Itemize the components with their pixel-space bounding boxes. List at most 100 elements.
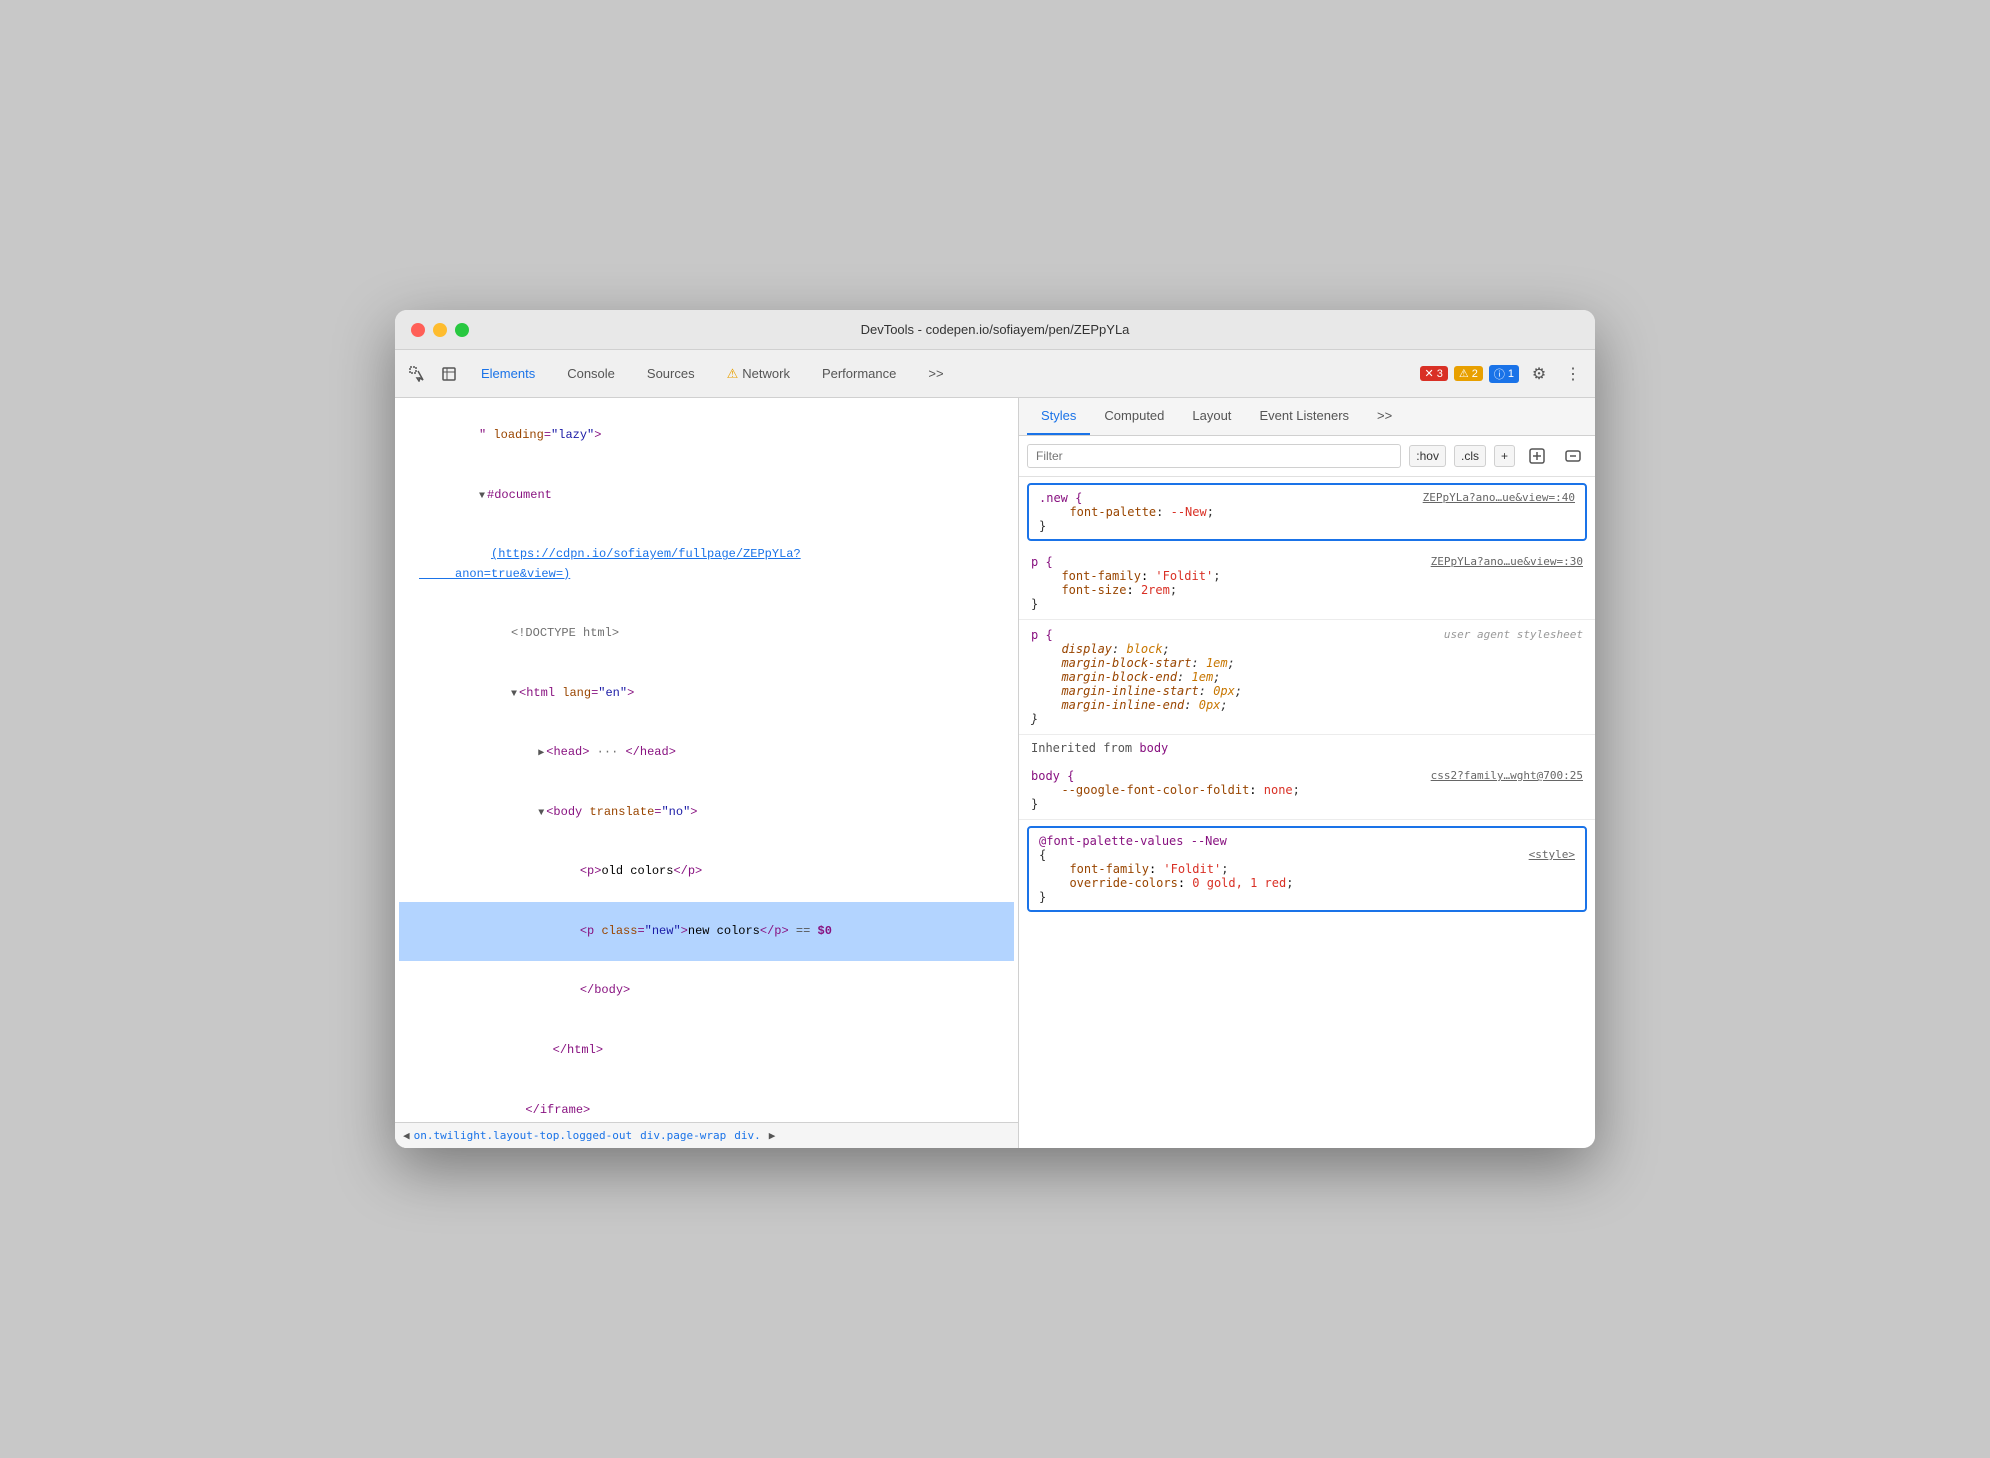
styles-tabs: Styles Computed Layout Event Listeners >… [1019, 398, 1595, 436]
rule-p-ua-prop-1: display: block; [1031, 642, 1583, 656]
tab-sources[interactable]: Sources [633, 360, 709, 387]
rule-p-ua-header: user agent stylesheet p { [1031, 628, 1583, 642]
rule-body-header: css2?family…wght@700:25 body { [1031, 769, 1583, 783]
rule-new-header: ZEPpYLa?ano…ue&view=:40 .new { [1039, 491, 1575, 505]
tab-network[interactable]: ⚠ Network [713, 360, 804, 388]
selector-icon[interactable] [403, 360, 431, 388]
rule-p-ua-selector: p { [1031, 628, 1053, 642]
devtools-window: DevTools - codepen.io/sofiayem/pen/ZEPpY… [395, 310, 1595, 1148]
breadcrumb-item-1[interactable]: on.twilight.layout-top.logged-out [414, 1129, 633, 1142]
warning-badge: ⚠ 2 [1454, 366, 1483, 381]
rule-p1-prop-2: font-size: 2rem; [1031, 583, 1583, 597]
rule-new-close: } [1039, 519, 1575, 533]
dom-line-iframe-close: </iframe> [399, 1080, 1014, 1122]
rule-p-ua-prop-3: margin-block-end: 1em; [1031, 670, 1583, 684]
breadcrumb-item-2[interactable]: div.page-wrap [640, 1129, 726, 1142]
minimize-button[interactable] [433, 323, 447, 337]
toolbar: Elements Console Sources ⚠ Network Perfo… [395, 350, 1595, 398]
breadcrumb-item-3[interactable]: div. [734, 1129, 761, 1142]
dom-line-p-old[interactable]: <p>old colors</p> [399, 842, 1014, 902]
warn-count: 2 [1472, 368, 1478, 380]
info-count: 1 [1508, 368, 1514, 380]
inspect-icon[interactable] [435, 360, 463, 388]
tab-computed[interactable]: Computed [1090, 398, 1178, 435]
rule-font-palette-selector: @font-palette-values --New [1039, 834, 1227, 848]
add-rule-button[interactable]: + [1494, 445, 1515, 467]
inherited-element: body [1139, 741, 1168, 755]
dom-tree[interactable]: " loading="lazy"> ▼#document (https://cd… [395, 398, 1018, 1122]
dom-line-doctype: <!DOCTYPE html> [399, 604, 1014, 664]
rule-body-prop-1: --google-font-color-foldit: none; [1031, 783, 1583, 797]
toggle-classes-icon[interactable] [1559, 442, 1587, 470]
traffic-lights [411, 323, 469, 337]
close-button[interactable] [411, 323, 425, 337]
more-menu-icon[interactable]: ⋮ [1559, 360, 1587, 388]
toolbar-right: ✕ 3 ⚠ 2 ⓘ 1 ⚙ ⋮ [1420, 360, 1587, 388]
left-arrow[interactable]: ◀ [403, 1129, 410, 1142]
dom-line-link[interactable]: (https://cdpn.io/sofiayem/fullpage/ZEPpY… [399, 525, 1014, 604]
error-badge: ✕ 3 [1420, 366, 1448, 381]
warning-icon: ⚠ [727, 366, 739, 382]
rule-font-palette-close: } [1039, 890, 1575, 904]
new-rule-icon[interactable] [1523, 442, 1551, 470]
tab-performance[interactable]: Performance [808, 360, 910, 387]
filter-input[interactable] [1027, 444, 1401, 468]
hov-button[interactable]: :hov [1409, 445, 1446, 467]
rule-p1-header: ZEPpYLa?ano…ue&view=:30 p { [1031, 555, 1583, 569]
window-title: DevTools - codepen.io/sofiayem/pen/ZEPpY… [861, 322, 1130, 337]
tab-console[interactable]: Console [553, 360, 629, 387]
dom-line-p-new[interactable]: <p class="new">new colors</p> == $0 [399, 902, 1014, 962]
error-icon: ✕ [1425, 367, 1434, 380]
dom-line-body[interactable]: ▼<body translate="no"> [399, 783, 1014, 843]
tab-more[interactable]: >> [914, 360, 957, 387]
rule-font-palette: @font-palette-values --New <style> { fon… [1027, 826, 1587, 912]
warn-icon: ⚠ [1459, 367, 1469, 380]
rule-font-palette-prop-1: font-family: 'Foldit'; [1039, 862, 1575, 876]
dom-line-html[interactable]: ▼<html lang="en"> [399, 663, 1014, 723]
rule-font-palette-open: <style> { [1039, 848, 1575, 862]
rule-p1-prop-1: font-family: 'Foldit'; [1031, 569, 1583, 583]
rule-new-source[interactable]: ZEPpYLa?ano…ue&view=:40 [1423, 491, 1575, 504]
right-arrow[interactable]: ▶ [769, 1129, 776, 1142]
panel-left: " loading="lazy"> ▼#document (https://cd… [395, 398, 1019, 1148]
cls-button[interactable]: .cls [1454, 445, 1486, 467]
styles-content[interactable]: ZEPpYLa?ano…ue&view=:40 .new { font-pale… [1019, 477, 1595, 1148]
rule-p1-selector: p { [1031, 555, 1053, 569]
rule-p1-source[interactable]: ZEPpYLa?ano…ue&view=:30 [1431, 555, 1583, 568]
inherited-label: Inherited from body [1019, 735, 1595, 761]
rule-p-ua-prop-2: margin-block-start: 1em; [1031, 656, 1583, 670]
rule-body-close: } [1031, 797, 1583, 811]
rule-p-ua-prop-5: margin-inline-end: 0px; [1031, 698, 1583, 712]
tab-layout[interactable]: Layout [1178, 398, 1245, 435]
rule-p-ua: user agent stylesheet p { display: block… [1019, 620, 1595, 735]
rule-body-selector: body { [1031, 769, 1074, 783]
dom-line: " loading="lazy"> [399, 406, 1014, 466]
error-count: 3 [1437, 368, 1443, 380]
rule-p-ua-close: } [1031, 712, 1583, 726]
tab-styles[interactable]: Styles [1027, 398, 1090, 435]
rule-body-source[interactable]: css2?family…wght@700:25 [1431, 769, 1583, 782]
rule-p-ua-source: user agent stylesheet [1444, 628, 1583, 641]
tab-elements[interactable]: Elements [467, 360, 549, 387]
rule-font-palette-source[interactable]: <style> [1529, 848, 1575, 861]
rule-p1: ZEPpYLa?ano…ue&view=:30 p { font-family:… [1019, 547, 1595, 620]
dom-line-head[interactable]: ▶<head> ··· </head> [399, 723, 1014, 783]
rule-font-palette-prop-2: override-colors: 0 gold, 1 red; [1039, 876, 1575, 890]
dom-line[interactable]: ▼#document [399, 466, 1014, 526]
info-icon: ⓘ [1494, 366, 1505, 382]
panel-right: Styles Computed Layout Event Listeners >… [1019, 398, 1595, 1148]
main-content: " loading="lazy"> ▼#document (https://cd… [395, 398, 1595, 1148]
info-badge: ⓘ 1 [1489, 365, 1519, 383]
rule-new-prop-1: font-palette: --New; [1039, 505, 1575, 519]
breadcrumb-bar: ◀ on.twilight.layout-top.logged-out div.… [395, 1122, 1018, 1148]
dom-line-body-close: </body> [399, 961, 1014, 1021]
maximize-button[interactable] [455, 323, 469, 337]
settings-icon[interactable]: ⚙ [1525, 360, 1553, 388]
rule-p-ua-prop-4: margin-inline-start: 0px; [1031, 684, 1583, 698]
tab-event-listeners[interactable]: Event Listeners [1245, 398, 1363, 435]
rule-p1-close: } [1031, 597, 1583, 611]
rule-body: css2?family…wght@700:25 body { --google-… [1019, 761, 1595, 820]
styles-toolbar: :hov .cls + [1019, 436, 1595, 477]
tab-styles-more[interactable]: >> [1363, 398, 1406, 435]
dom-line-html-close: </html> [399, 1021, 1014, 1081]
